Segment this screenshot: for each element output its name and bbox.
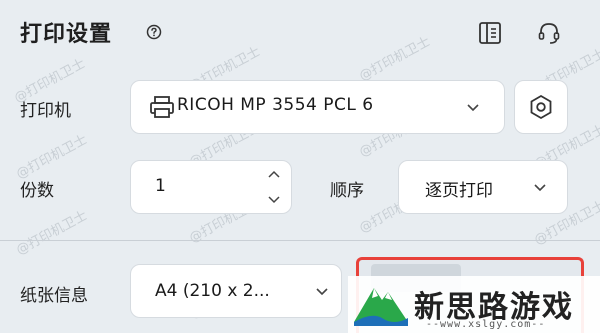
- printer-settings-button[interactable]: [514, 80, 568, 134]
- chevron-down-icon[interactable]: [267, 195, 281, 205]
- chevron-down-icon: [534, 184, 546, 192]
- paper-value: A4 (210 x 2...: [155, 281, 270, 301]
- mountain-logo-icon: [354, 288, 408, 326]
- copies-label: 份数: [20, 181, 54, 201]
- watermark: @打印机卫士: [13, 132, 90, 183]
- copies-value: 1: [155, 176, 166, 196]
- section-divider: [0, 240, 600, 241]
- layout-panel-icon[interactable]: [477, 20, 503, 46]
- headset-icon[interactable]: [536, 20, 562, 46]
- printer-label: 打印机: [20, 101, 71, 121]
- order-select[interactable]: 逐页打印: [398, 160, 568, 214]
- order-label: 顺序: [330, 181, 364, 201]
- order-value: 逐页打印: [425, 181, 493, 201]
- question-circle-icon[interactable]: [146, 24, 162, 40]
- copies-stepper[interactable]: 1: [130, 160, 292, 214]
- paper-select[interactable]: A4 (210 x 2...: [130, 264, 342, 318]
- chevron-down-icon: [316, 288, 328, 296]
- site-logo: 新思路游戏 --www.xslgy.com--: [348, 276, 600, 333]
- hexagon-settings-icon: [530, 94, 552, 120]
- chevron-down-icon: [467, 104, 479, 112]
- printer-value: RICOH MP 3554 PCL 6: [177, 95, 374, 115]
- logo-url: --www.xslgy.com--: [426, 319, 546, 330]
- watermark: @打印机卫士: [13, 208, 90, 259]
- page-title: 打印设置: [20, 22, 113, 47]
- printer-icon: [150, 96, 174, 118]
- watermark: @打印机卫士: [356, 34, 433, 85]
- printer-select[interactable]: RICOH MP 3554 PCL 6: [130, 80, 505, 134]
- chevron-up-icon[interactable]: [267, 169, 281, 179]
- paper-label: 纸张信息: [20, 286, 88, 306]
